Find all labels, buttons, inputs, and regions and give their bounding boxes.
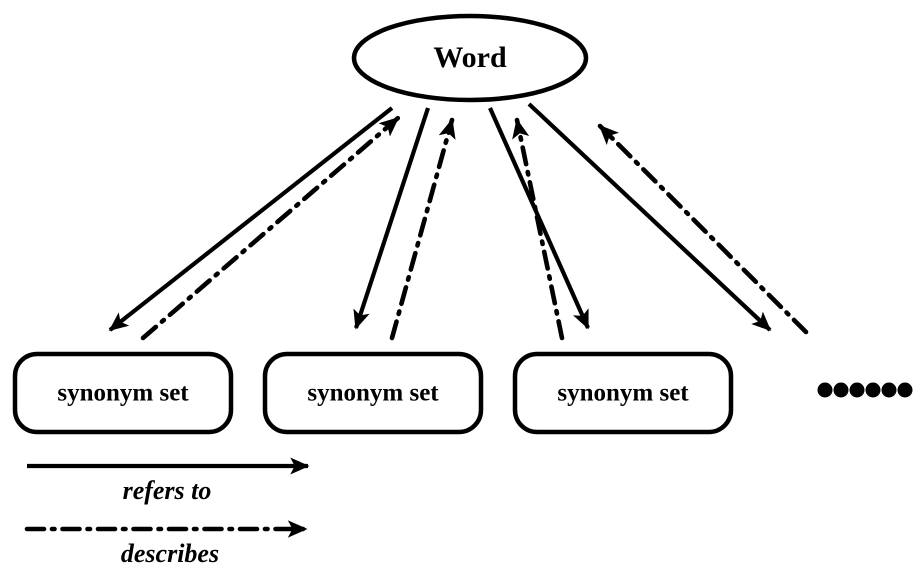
legend-entry-refers-to: refers to (27, 457, 310, 505)
legend-label-refers-to: refers to (123, 476, 212, 505)
edge-describes-3[interactable] (512, 117, 565, 341)
legend: refers to describes (24, 457, 310, 568)
node-synonym-set-3[interactable]: synonym set (512, 351, 734, 435)
legend-entry-describes: describes (24, 520, 309, 568)
ellipsis-dot-5 (881, 382, 897, 398)
synonym-set-3-label: synonym set (557, 380, 689, 407)
edge-refers-to-4[interactable] (527, 102, 772, 332)
edge-refers-to-2[interactable] (353, 107, 430, 330)
ellipsis-more-synonym-sets (817, 382, 913, 398)
edge-describes-1[interactable] (140, 115, 401, 341)
synonym-set-1-label: synonym set (57, 380, 189, 407)
node-synonym-set-2[interactable]: synonym set (262, 351, 484, 435)
edge-describes-4[interactable] (597, 123, 809, 335)
ellipsis-dot-6 (897, 382, 913, 398)
edge-group-1 (108, 106, 401, 341)
edge-refers-to-1[interactable] (108, 106, 394, 332)
word-label: Word (433, 41, 507, 74)
edge-group-3 (488, 107, 590, 341)
node-synonym-set-1[interactable]: synonym set (12, 351, 234, 435)
ellipsis-dot-1 (817, 382, 833, 398)
legend-label-describes: describes (121, 539, 219, 568)
synonym-set-2-label: synonym set (307, 380, 439, 407)
diagram-canvas-container: Word synonym set synonym set synonym set… (0, 0, 916, 585)
ellipsis-dot-3 (849, 382, 865, 398)
edge-group-4 (527, 102, 809, 335)
word-synset-diagram: Word synonym set synonym set synonym set… (12, 13, 913, 568)
edge-describes-2[interactable] (389, 117, 456, 341)
node-word[interactable]: Word (351, 13, 589, 103)
ellipsis-dot-4 (865, 382, 881, 398)
ellipsis-dot-2 (833, 382, 849, 398)
